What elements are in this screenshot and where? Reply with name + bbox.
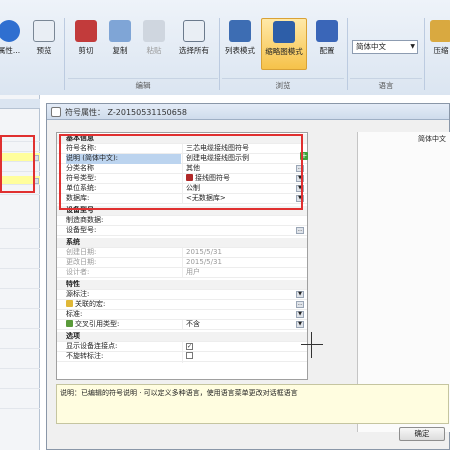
copy-icon — [109, 20, 131, 42]
list-mode-icon — [229, 20, 251, 42]
row-modified-date: 更改日期: 2015/5/31 — [57, 258, 307, 268]
list-item[interactable] — [0, 240, 40, 249]
list-item[interactable] — [0, 340, 40, 349]
config-icon — [316, 20, 338, 42]
chevron-down-icon[interactable]: ▼ — [296, 291, 304, 298]
left-pane — [0, 95, 40, 450]
config-button[interactable]: 配置 — [312, 18, 342, 70]
preview-button[interactable]: 预览 — [30, 18, 58, 70]
highlight-box — [59, 134, 303, 210]
preview-icon — [33, 20, 55, 42]
category-options[interactable]: 选项 — [57, 332, 307, 342]
list-item[interactable] — [0, 300, 40, 309]
group-label-language: 语言 — [350, 78, 422, 91]
ribbon-separator — [347, 18, 348, 90]
row-no-rotate-label[interactable]: 不旋转标注: — [57, 352, 307, 363]
left-pane-header — [0, 99, 40, 109]
group-label-edit: 编辑 — [68, 78, 218, 91]
more-icon[interactable]: … — [296, 301, 304, 308]
copy-button[interactable]: 复制 — [106, 18, 134, 70]
symbol-icon — [51, 107, 61, 117]
list-item[interactable] — [0, 320, 40, 329]
ok-button[interactable]: 确定 — [399, 427, 445, 441]
category-system[interactable]: 系统 — [57, 238, 307, 248]
properties-button[interactable]: 属性... — [0, 18, 24, 70]
scissors-icon — [75, 20, 97, 42]
highlight-box — [0, 135, 35, 193]
select-all-icon — [183, 20, 205, 42]
row-source-label[interactable]: 源标注: ▼ — [57, 290, 307, 300]
row-created-date: 创建日期: 2015/5/31 — [57, 248, 307, 258]
more-icon[interactable]: … — [296, 227, 304, 234]
thumbnail-mode-icon — [273, 21, 295, 43]
row-designer: 设计者: 用户 — [57, 268, 307, 278]
show-connection-points-checkbox[interactable]: ✓ — [186, 343, 193, 350]
row-linked-macro[interactable]: 关联的宏:… — [57, 300, 307, 310]
macro-icon — [66, 300, 73, 307]
thumbnail-mode-button[interactable]: 缩略图模式 — [261, 18, 307, 70]
row-standard[interactable]: 标准: ▼ — [57, 310, 307, 320]
list-item[interactable] — [0, 220, 40, 229]
group-label-browse: 浏览 — [222, 78, 344, 91]
dialog-title: 符号属性： Z-20150531150658 — [65, 108, 188, 117]
ribbon-separator — [64, 18, 65, 90]
list-item[interactable] — [0, 280, 40, 289]
list-item[interactable] — [0, 380, 40, 389]
no-rotate-label-checkbox[interactable] — [186, 352, 193, 359]
list-item[interactable] — [0, 360, 40, 369]
chevron-down-icon[interactable]: ▼ — [296, 311, 304, 318]
language-select[interactable]: 简体中文 ▼ — [352, 40, 418, 54]
paste-button[interactable]: 粘贴 — [140, 18, 168, 70]
row-device-model[interactable]: 设备型号:… — [57, 226, 307, 236]
row-cross-reference-type[interactable]: 交叉引用类型: 不含 ▼ — [57, 320, 307, 330]
compress-button[interactable]: 压缩 — [428, 18, 450, 70]
category-properties[interactable]: 特性 — [57, 280, 307, 290]
list-item[interactable] — [0, 260, 40, 269]
right-panel-language: 简体中文 — [418, 135, 446, 143]
compress-icon — [430, 20, 450, 42]
crosshair-icon — [301, 332, 323, 358]
paste-icon — [143, 20, 165, 42]
row-manufacturer-data[interactable]: 制造商数据: — [57, 216, 307, 226]
chevron-down-icon[interactable]: ▼ — [296, 321, 304, 328]
chevron-down-icon: ▼ — [410, 43, 415, 50]
info-icon — [0, 20, 20, 42]
row-show-connection-points[interactable]: 显示设备连接点: ✓ — [57, 342, 307, 352]
description-panel: 说明：已编辑的符号说明 · 可以定义多种语言，使用语言菜单更改对话框语言 — [56, 384, 449, 424]
list-item[interactable] — [0, 400, 40, 409]
dialog-title-bar: 符号属性： Z-20150531150658 — [47, 104, 449, 120]
select-all-button[interactable]: 选择所有 — [176, 18, 212, 70]
cross-reference-icon — [66, 320, 73, 327]
cut-button[interactable]: 剪切 — [72, 18, 100, 70]
ribbon-separator — [424, 18, 425, 90]
ribbon-toolbar: 属性... 预览 剪切 复制 粘贴 选择所有 编辑 列表模式 缩略图模式 配置 … — [0, 0, 450, 95]
ribbon-separator — [219, 18, 220, 90]
list-mode-button[interactable]: 列表模式 — [222, 18, 258, 70]
symbol-properties-dialog: 符号属性： Z-20150531150658 简体中文 基本信息 符号名称: 三芯… — [46, 103, 450, 450]
description-text: 说明：已编辑的符号说明 · 可以定义多种语言，使用语言菜单更改对话框语言 — [60, 389, 298, 397]
